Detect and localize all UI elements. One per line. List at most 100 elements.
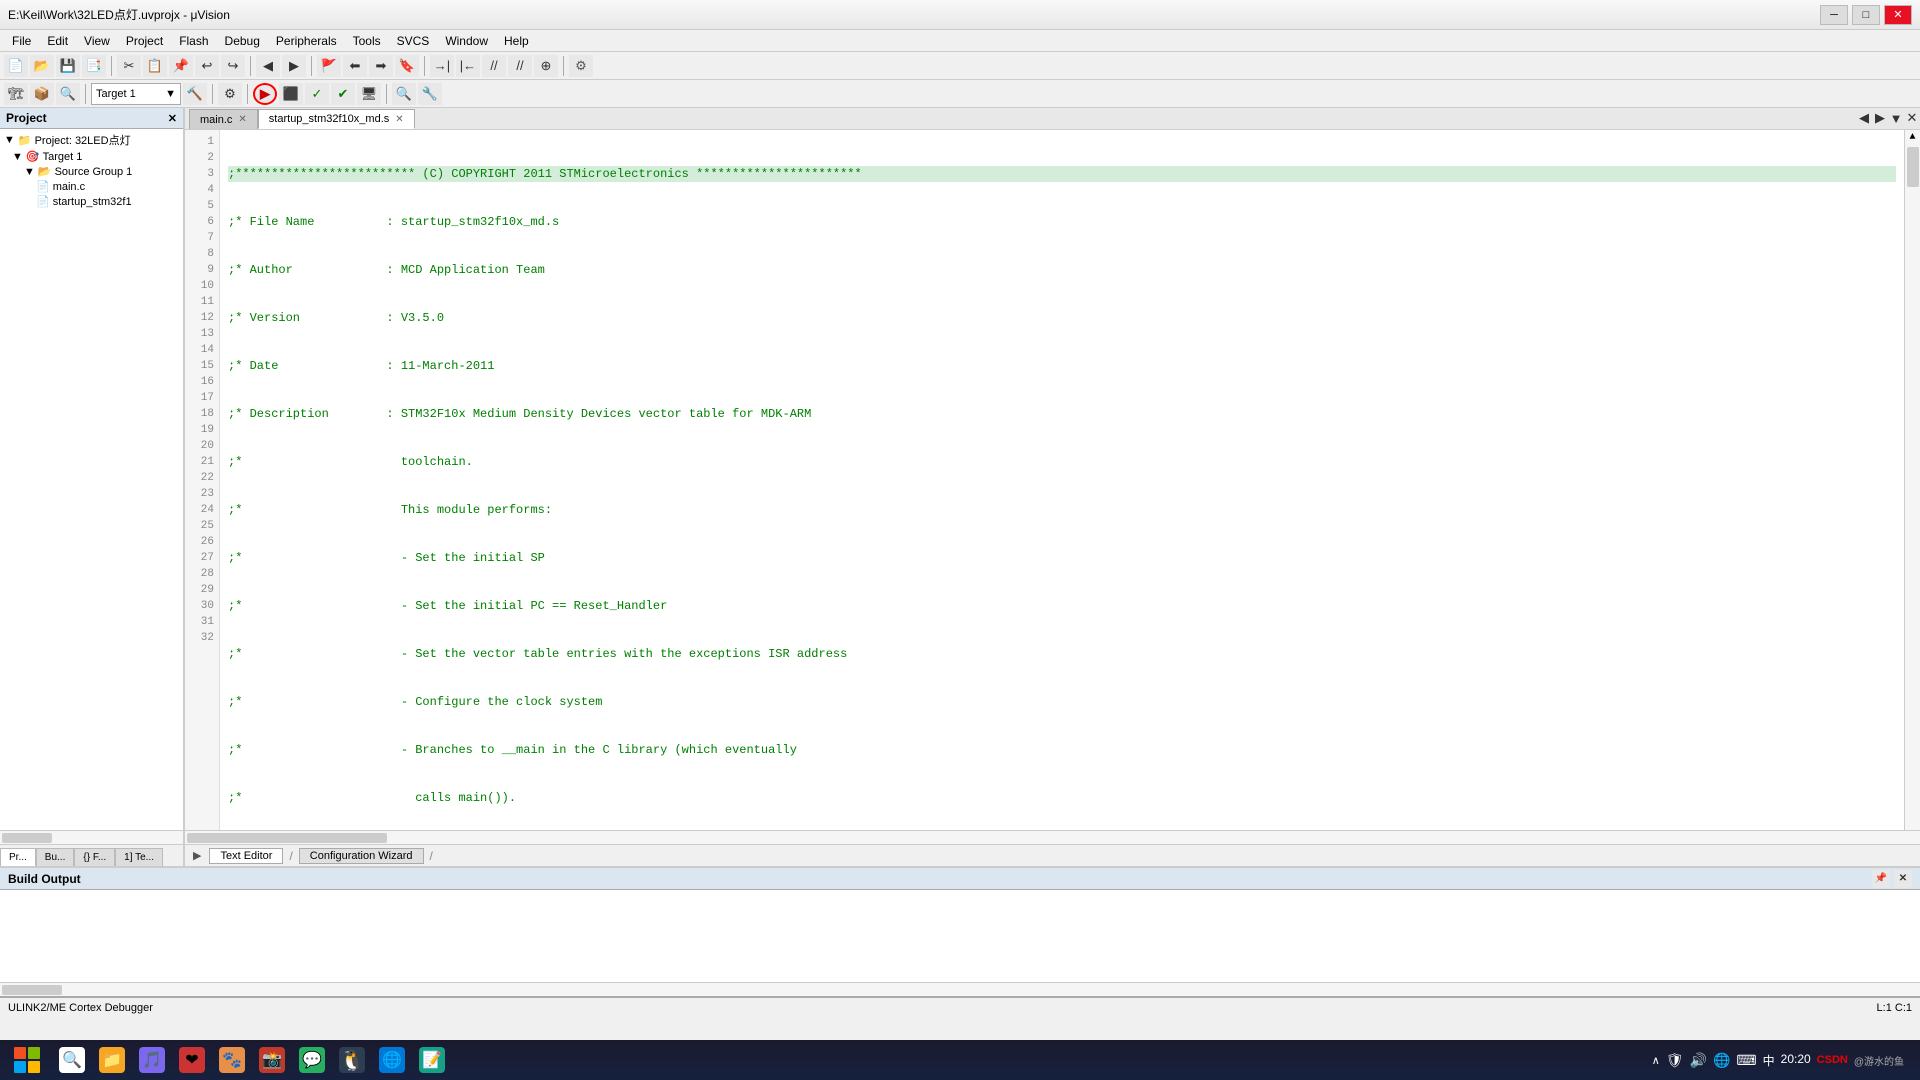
tab-main-c[interactable]: main.c ✕ bbox=[189, 109, 258, 129]
tree-startup[interactable]: 📄 startup_stm32f1 bbox=[0, 194, 183, 209]
tray-arrow[interactable]: ∧ bbox=[1652, 1054, 1660, 1067]
build-close-button[interactable]: ✕ bbox=[1894, 870, 1912, 888]
bookmark-button[interactable]: 🚩 bbox=[317, 55, 341, 77]
project-close-icon[interactable]: ✕ bbox=[168, 112, 177, 125]
bookmark-all[interactable]: 🔖 bbox=[395, 55, 419, 77]
t2-green2[interactable]: ✔ bbox=[331, 83, 355, 105]
tree-source-group[interactable]: ▼ 📂 Source Group 1 bbox=[0, 164, 183, 179]
tab-scroll-right[interactable]: ▶ bbox=[1872, 108, 1888, 129]
panel-tab-functions[interactable]: {} F... bbox=[74, 848, 115, 866]
tree-project-root[interactable]: ▼ 📁 Project: 32LED点灯 bbox=[0, 131, 183, 149]
taskbar-file-explorer[interactable]: 📁 bbox=[94, 1043, 130, 1077]
tree-target1[interactable]: ▼ 🎯 Target 1 bbox=[0, 149, 183, 164]
menu-file[interactable]: File bbox=[4, 32, 39, 50]
panel-tab-templates[interactable]: 1] Te... bbox=[115, 848, 163, 866]
taskbar-app-penguin[interactable]: 🐧 bbox=[334, 1043, 370, 1077]
vscroll-up[interactable]: ▲ bbox=[1909, 132, 1915, 143]
build-controls: 📌 ✕ bbox=[1872, 870, 1912, 888]
t2-green1[interactable]: ✓ bbox=[305, 83, 329, 105]
status-bar: ULINK2/ME Cortex Debugger L:1 C:1 bbox=[0, 996, 1920, 1018]
find-button[interactable]: 🔍 bbox=[392, 83, 416, 105]
target-dropdown[interactable]: Target 1 ▼ bbox=[91, 83, 181, 105]
insert-button[interactable]: ⊕ bbox=[534, 55, 558, 77]
taskbar-search[interactable]: 🔍 bbox=[54, 1043, 90, 1077]
tab-scroll-left[interactable]: ◀ bbox=[1856, 108, 1872, 129]
run-button[interactable]: ▶ bbox=[253, 83, 277, 105]
tree-main-c[interactable]: 📄 main.c bbox=[0, 179, 183, 194]
menu-project[interactable]: Project bbox=[118, 32, 171, 50]
file-explorer-icon: 📁 bbox=[99, 1047, 125, 1073]
taskbar-app-green2[interactable]: 📝 bbox=[414, 1043, 450, 1077]
redo-button[interactable]: ↪ bbox=[221, 55, 245, 77]
t2-magic[interactable]: 🔧 bbox=[418, 83, 442, 105]
close-button[interactable]: ✕ bbox=[1884, 5, 1912, 25]
bookmark-next[interactable]: ➡ bbox=[369, 55, 393, 77]
menu-window[interactable]: Window bbox=[437, 32, 496, 50]
file-icon-startup: 📄 bbox=[36, 195, 50, 208]
tab-close-all[interactable]: ✕ bbox=[1904, 108, 1920, 129]
start-button[interactable] bbox=[8, 1043, 46, 1077]
nav-fwd-button[interactable]: ▶ bbox=[282, 55, 306, 77]
project-settings-button[interactable]: 🏗 bbox=[4, 83, 28, 105]
t2-btn-extra[interactable]: 🖥 bbox=[357, 83, 381, 105]
panel-tab-build[interactable]: Bu... bbox=[36, 848, 75, 866]
copy-button[interactable]: 📋 bbox=[143, 55, 167, 77]
menu-tools[interactable]: Tools bbox=[345, 32, 389, 50]
taskbar-app-orange[interactable]: 🐾 bbox=[214, 1043, 250, 1077]
taskbar-app-red[interactable]: ❤ bbox=[174, 1043, 210, 1077]
vscroll-thumb[interactable] bbox=[1907, 147, 1919, 187]
save-all-button[interactable]: 📑 bbox=[82, 55, 106, 77]
menu-edit[interactable]: Edit bbox=[39, 32, 76, 50]
new-file-button[interactable]: 📄 bbox=[4, 55, 28, 77]
win-sq-4 bbox=[28, 1061, 40, 1073]
t2-btn2[interactable]: 📦 bbox=[30, 83, 54, 105]
taskbar-app-media[interactable]: 🎵 bbox=[134, 1043, 170, 1077]
minimize-button[interactable]: ─ bbox=[1820, 5, 1848, 25]
paste-button[interactable]: 📌 bbox=[169, 55, 193, 77]
menu-peripherals[interactable]: Peripherals bbox=[268, 32, 345, 50]
win-sq-2 bbox=[28, 1047, 40, 1059]
t2-btn3[interactable]: 🔍 bbox=[56, 83, 80, 105]
bottom-tab-text-editor[interactable]: Text Editor bbox=[209, 848, 283, 864]
build-button[interactable]: ⚙ bbox=[569, 55, 593, 77]
indent-button[interactable]: →| bbox=[430, 55, 454, 77]
tab-startup-close[interactable]: ✕ bbox=[395, 114, 403, 125]
maximize-button[interactable]: □ bbox=[1852, 5, 1880, 25]
undo-button[interactable]: ↩ bbox=[195, 55, 219, 77]
editor-vscroll[interactable]: ▲ bbox=[1904, 130, 1920, 830]
win-sq-3 bbox=[14, 1061, 26, 1073]
bottom-tab-config-wizard[interactable]: Configuration Wizard bbox=[299, 848, 424, 864]
tab-list-button[interactable]: ▼ bbox=[1888, 108, 1904, 129]
open-button[interactable]: 📂 bbox=[30, 55, 54, 77]
tab-startup[interactable]: startup_stm32f10x_md.s ✕ bbox=[258, 109, 415, 129]
panel-tab-project[interactable]: Pr... bbox=[0, 848, 36, 866]
taskbar-app-browser[interactable]: 🌐 bbox=[374, 1043, 410, 1077]
build-content[interactable] bbox=[0, 890, 1920, 982]
taskbar-app-green[interactable]: 💬 bbox=[294, 1043, 330, 1077]
menu-flash[interactable]: Flash bbox=[171, 32, 216, 50]
unindent-button[interactable]: |← bbox=[456, 55, 480, 77]
build-hscroll-thumb[interactable] bbox=[2, 985, 62, 995]
t2-target-options[interactable]: ⚙ bbox=[218, 83, 242, 105]
stop-button[interactable]: ⬛ bbox=[279, 83, 303, 105]
save-button[interactable]: 💾 bbox=[56, 55, 80, 77]
menu-debug[interactable]: Debug bbox=[217, 32, 268, 50]
menu-help[interactable]: Help bbox=[496, 32, 537, 50]
uncomment-button[interactable]: // bbox=[508, 55, 532, 77]
comment-button[interactable]: // bbox=[482, 55, 506, 77]
status-position: L:1 C:1 bbox=[1877, 1002, 1912, 1014]
tab-main-c-close[interactable]: ✕ bbox=[238, 114, 246, 125]
taskbar-app-pink[interactable]: 📸 bbox=[254, 1043, 290, 1077]
build-pin-button[interactable]: 📌 bbox=[1872, 870, 1890, 888]
status-debugger: ULINK2/ME Cortex Debugger bbox=[8, 1002, 153, 1014]
code-content[interactable]: ;************************* (C) COPYRIGHT… bbox=[220, 130, 1904, 830]
toolbar1: 📄 📂 💾 📑 ✂ 📋 📌 ↩ ↪ ◀ ▶ 🚩 ⬅ ➡ 🔖 →| |← // /… bbox=[0, 52, 1920, 80]
bookmark-prev[interactable]: ⬅ bbox=[343, 55, 367, 77]
cut-button[interactable]: ✂ bbox=[117, 55, 141, 77]
hscroll-thumb[interactable] bbox=[187, 833, 387, 843]
t2-btn5[interactable]: 🔨 bbox=[183, 83, 207, 105]
menu-svcs[interactable]: SVCS bbox=[389, 32, 438, 50]
nav-back-button[interactable]: ◀ bbox=[256, 55, 280, 77]
menu-view[interactable]: View bbox=[76, 32, 118, 50]
project-hscroll-thumb[interactable] bbox=[2, 833, 52, 843]
